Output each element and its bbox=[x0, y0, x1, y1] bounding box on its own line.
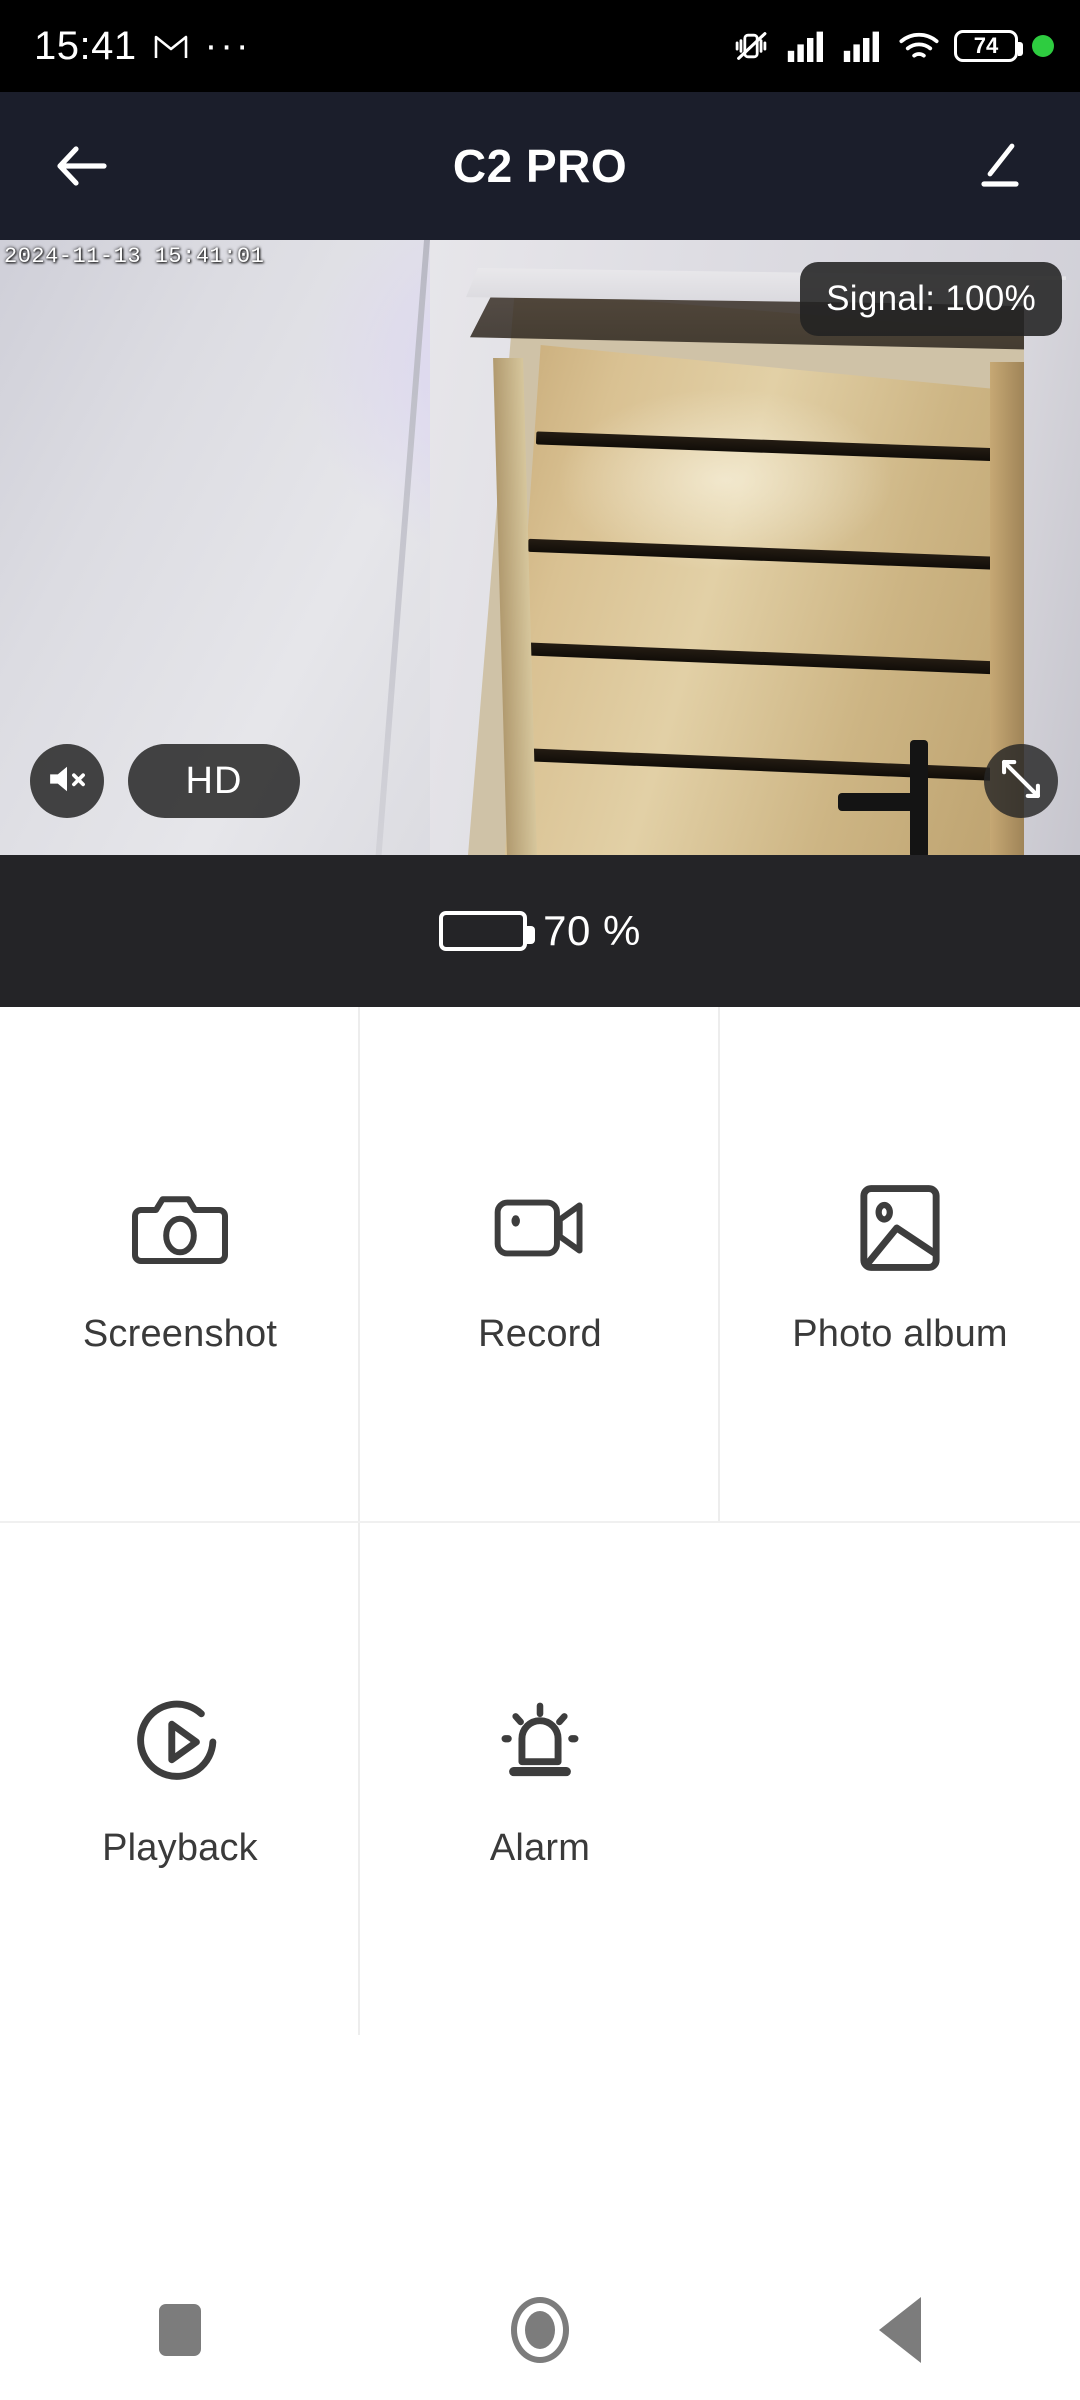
action-label: Playback bbox=[102, 1826, 258, 1869]
page-title: C2 PRO bbox=[452, 140, 628, 192]
wifi-icon bbox=[898, 30, 940, 62]
android-status-bar: 15:41 ··· 74 bbox=[0, 0, 1080, 92]
video-quality-button[interactable]: HD bbox=[128, 744, 300, 818]
nav-back-button[interactable] bbox=[840, 2275, 960, 2385]
playback-play-icon bbox=[120, 1687, 240, 1797]
app-header: C2 PRO bbox=[0, 92, 1080, 240]
photo-image-icon bbox=[840, 1173, 960, 1283]
video-door-handle-lever bbox=[838, 793, 926, 811]
status-bar-clock: 15:41 bbox=[34, 23, 137, 68]
live-video-view[interactable]: 2024-11-13 15:41:01 Signal: 100% HD bbox=[0, 240, 1080, 855]
camera-icon bbox=[120, 1173, 240, 1283]
video-timestamp: 2024-11-13 15:41:01 bbox=[4, 244, 265, 269]
alarm-siren-icon bbox=[480, 1687, 600, 1797]
action-grid: Screenshot Record Photo album Playback A… bbox=[0, 1007, 1080, 2035]
recents-button[interactable] bbox=[120, 2275, 240, 2385]
fullscreen-button[interactable] bbox=[984, 744, 1058, 818]
circle-home-icon bbox=[511, 2297, 569, 2363]
action-grid-row: Playback Alarm bbox=[0, 1521, 1080, 2035]
action-label: Photo album bbox=[792, 1312, 1008, 1355]
cell-signal-icon bbox=[842, 30, 884, 62]
battery-icon bbox=[439, 911, 536, 951]
gmail-icon bbox=[153, 31, 189, 61]
action-label: Record bbox=[478, 1312, 602, 1355]
battery-level-text: 74 bbox=[973, 33, 999, 58]
action-photo-album[interactable]: Photo album bbox=[720, 1007, 1080, 1521]
battery-level-label: 70 % bbox=[543, 907, 641, 954]
fullscreen-expand-icon bbox=[999, 757, 1043, 806]
action-playback[interactable]: Playback bbox=[0, 1521, 360, 2035]
mute-toggle-button[interactable] bbox=[30, 744, 104, 818]
status-bar-right: 74 bbox=[730, 29, 1054, 63]
action-record[interactable]: Record bbox=[360, 1007, 720, 1521]
status-bar-battery: 74 bbox=[954, 30, 1023, 62]
action-label: Alarm bbox=[489, 1826, 591, 1869]
app-root: 15:41 ··· 74 C2 PRO 2024-11-13 15:41:01 … bbox=[0, 0, 1080, 2400]
green-status-dot bbox=[1032, 35, 1054, 57]
device-battery-strip: 70 % bbox=[0, 855, 1080, 1007]
action-grid-row: Screenshot Record Photo album bbox=[0, 1007, 1080, 1521]
home-button[interactable] bbox=[480, 2275, 600, 2385]
video-camera-icon bbox=[480, 1173, 600, 1283]
cell-signal-icon bbox=[786, 30, 828, 62]
back-button[interactable] bbox=[46, 130, 118, 202]
more-dots-icon: ··· bbox=[204, 25, 252, 67]
square-recents-icon bbox=[159, 2304, 201, 2356]
vibrate-off-icon bbox=[730, 29, 772, 63]
edit-button[interactable] bbox=[962, 130, 1034, 202]
triangle-back-icon bbox=[879, 2297, 921, 2363]
speaker-muted-icon bbox=[44, 759, 90, 804]
action-screenshot[interactable]: Screenshot bbox=[0, 1007, 360, 1521]
status-bar-left: 15:41 ··· bbox=[34, 24, 252, 69]
android-nav-bar bbox=[0, 2260, 1080, 2400]
action-empty-slot bbox=[720, 1521, 1080, 2035]
video-quality-label: HD bbox=[185, 759, 243, 802]
action-alarm[interactable]: Alarm bbox=[360, 1521, 720, 2035]
action-label: Screenshot bbox=[82, 1312, 278, 1355]
signal-strength-badge: Signal: 100% bbox=[800, 262, 1062, 336]
